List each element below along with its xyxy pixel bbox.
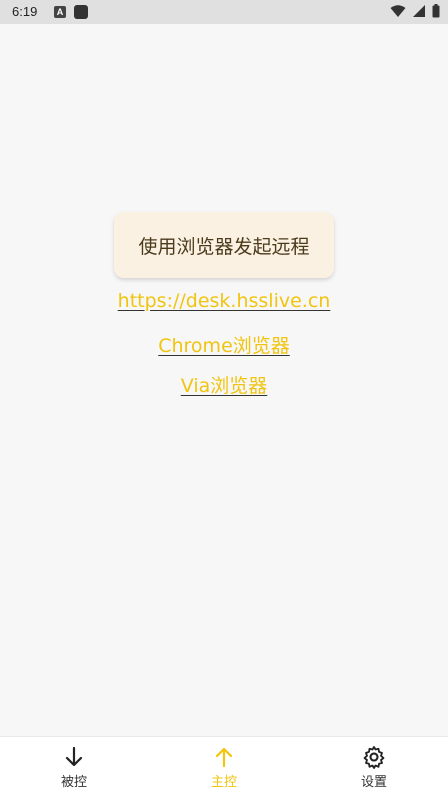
arrow-up-icon [215,747,233,768]
nav-item-controller[interactable]: 主控 [174,745,274,790]
gear-icon [363,746,385,769]
chrome-browser-link[interactable]: Chrome浏览器 [0,331,448,358]
main-content: 使用浏览器发起远程 https://desk.hsslive.cn Chrome… [0,24,448,736]
notification-square-icon [74,5,88,19]
nav-item-controlled[interactable]: 被控 [24,745,124,790]
battery-icon [432,4,440,18]
keyboard-a-icon: A [54,6,66,18]
arrow-down-icon [65,746,83,767]
status-time: 6:19 [12,4,38,19]
nav-label-controller: 主控 [210,775,237,790]
bottom-navigation: 被控 主控 设置 [0,736,448,797]
nav-label-settings: 设置 [360,775,387,790]
signal-icon [413,5,425,17]
nav-item-settings[interactable]: 设置 [324,745,424,790]
status-icons [390,4,440,18]
status-bar: 6:19 A [0,0,448,24]
hsslive-link[interactable]: https://desk.hsslive.cn [0,290,448,312]
card-text: 使用浏览器发起远程 [138,235,310,258]
nav-label-controlled: 被控 [60,775,87,790]
wifi-icon [390,5,406,17]
via-browser-link[interactable]: Via浏览器 [0,371,448,398]
remote-browser-card[interactable]: 使用浏览器发起远程 [114,212,334,278]
